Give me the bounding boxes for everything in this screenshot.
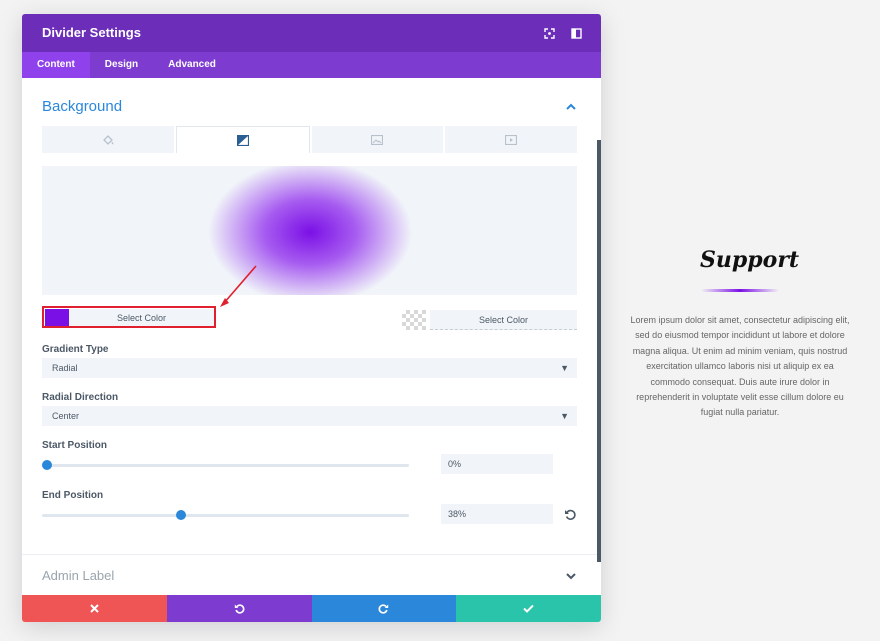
settings-modal: Divider Settings Content Design Advanced… xyxy=(22,14,601,622)
modal-footer xyxy=(22,595,601,622)
end-position-handle[interactable] xyxy=(176,510,187,520)
chevron-down-icon[interactable] xyxy=(564,569,578,583)
fullscreen-icon[interactable] xyxy=(539,23,559,43)
reset-icon[interactable] xyxy=(564,508,577,521)
radial-direction-value: Center xyxy=(52,411,80,421)
end-position-track[interactable] xyxy=(42,514,409,517)
tab-advanced[interactable]: Advanced xyxy=(153,52,231,78)
tab-bar: Content Design Advanced xyxy=(22,52,601,78)
save-button[interactable] xyxy=(456,595,601,622)
section-title-background[interactable]: Background xyxy=(42,98,122,115)
background-type-tabs xyxy=(42,126,577,153)
radial-direction-select[interactable]: Center ▼ xyxy=(42,406,577,426)
end-position-input[interactable]: 38% xyxy=(441,504,553,524)
start-position-handle[interactable] xyxy=(42,460,52,470)
tab-design[interactable]: Design xyxy=(90,52,153,78)
annotation-arrow-icon xyxy=(220,265,257,307)
scrollbar[interactable] xyxy=(597,140,601,562)
highlight-box xyxy=(42,306,216,328)
bg-tab-color[interactable] xyxy=(42,126,174,153)
modal-header: Divider Settings xyxy=(22,14,601,52)
gradient-preview xyxy=(42,166,577,295)
end-position-label: End Position xyxy=(42,490,104,501)
admin-label-section[interactable]: Admin Label xyxy=(22,554,597,595)
redo-button[interactable] xyxy=(311,595,457,622)
admin-label-title: Admin Label xyxy=(42,568,115,583)
color2-swatch[interactable] xyxy=(402,310,426,330)
close-icon xyxy=(90,604,99,613)
gradient-type-value: Radial xyxy=(52,363,78,373)
video-icon xyxy=(505,134,518,145)
cancel-button[interactable] xyxy=(22,595,167,622)
select-caret-icon: ▼ xyxy=(560,363,569,373)
select-caret-icon: ▼ xyxy=(560,411,569,421)
gradient-type-select[interactable]: Radial ▼ xyxy=(42,358,577,378)
bg-tab-image[interactable] xyxy=(311,126,444,153)
sidebar-toggle-icon[interactable] xyxy=(566,23,586,43)
tab-content[interactable]: Content xyxy=(22,52,90,78)
start-position-label: Start Position xyxy=(42,440,108,451)
paint-bucket-icon xyxy=(102,134,114,145)
check-icon xyxy=(523,604,534,613)
select-color-button-2[interactable]: Select Color xyxy=(430,310,577,330)
support-paragraph: Lorem ipsum dolor sit amet, consectetur … xyxy=(630,315,850,418)
start-position-track[interactable] xyxy=(42,464,409,467)
chevron-up-icon[interactable] xyxy=(564,100,578,114)
modal-title: Divider Settings xyxy=(42,25,141,40)
gradient-icon xyxy=(236,134,249,146)
gradient-type-label: Gradient Type xyxy=(42,344,109,355)
start-position-input[interactable]: 0% xyxy=(441,454,553,474)
support-divider xyxy=(701,289,779,292)
radial-direction-label: Radial Direction xyxy=(42,392,119,403)
support-heading: Support xyxy=(700,247,800,273)
undo-icon xyxy=(234,604,245,614)
bg-tab-video[interactable] xyxy=(445,126,577,153)
redo-icon xyxy=(378,604,389,614)
image-icon xyxy=(371,134,384,145)
bg-tab-gradient[interactable] xyxy=(175,126,310,153)
undo-button[interactable] xyxy=(166,595,312,622)
